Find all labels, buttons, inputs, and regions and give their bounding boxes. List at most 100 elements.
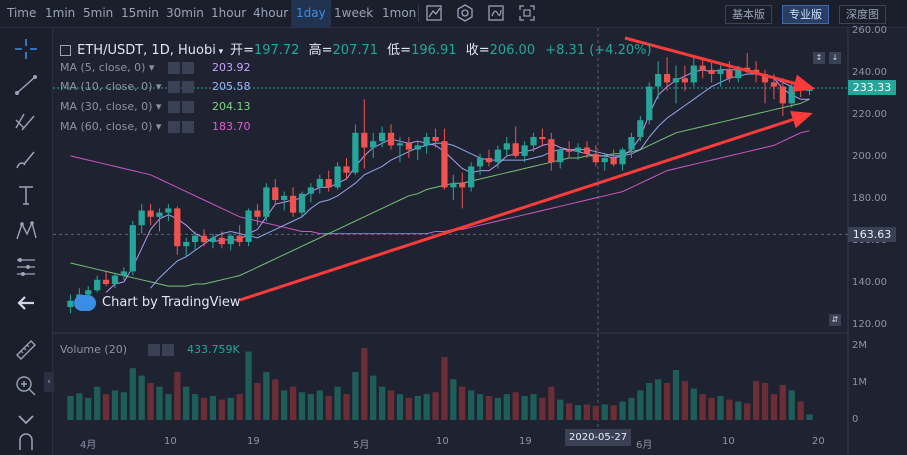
scale-down-icon[interactable]: ↓ bbox=[829, 52, 841, 64]
chart-type-icon[interactable] bbox=[424, 3, 444, 23]
time-tick: 20 bbox=[812, 436, 825, 447]
crosshair-date-tag: 2020-05-27 bbox=[565, 429, 632, 446]
volume-bar bbox=[174, 371, 181, 420]
time-tick: 10 bbox=[164, 436, 177, 447]
volume-bar bbox=[744, 403, 751, 420]
volume-bar bbox=[111, 390, 119, 420]
volume-bar bbox=[334, 386, 341, 420]
volume-legend[interactable]: Volume (20) 433.759K bbox=[60, 342, 240, 358]
candle-body bbox=[566, 149, 573, 152]
high-value: 207.71 bbox=[332, 43, 379, 58]
candle-body bbox=[254, 210, 261, 217]
volume-bar bbox=[485, 395, 493, 420]
timeframe-1mon[interactable]: 1mon bbox=[382, 0, 416, 27]
timeframe-1min[interactable]: 1min bbox=[45, 0, 75, 27]
ma30-label: MA (30, close, 0) bbox=[60, 100, 153, 113]
symbol-title[interactable]: ETH/USDT, 1D, Huobi bbox=[77, 43, 216, 58]
timeframe-30min[interactable]: 30min bbox=[166, 0, 204, 27]
volume-bar bbox=[717, 395, 724, 420]
collapse-toolbar-icon[interactable]: ‹ bbox=[44, 372, 54, 392]
volume-bar bbox=[761, 383, 769, 420]
volume-bar bbox=[779, 384, 786, 420]
candle-body bbox=[227, 235, 234, 245]
timeframe-5min[interactable]: 5min bbox=[83, 0, 113, 27]
candle-body bbox=[726, 69, 733, 79]
close-icon[interactable] bbox=[182, 62, 194, 74]
current-price-tag: 233.33 bbox=[848, 80, 896, 95]
candle-body bbox=[450, 183, 457, 188]
candle-body bbox=[779, 86, 786, 104]
mode-pro-button[interactable]: 专业版 bbox=[782, 5, 829, 24]
timeframe-1hour[interactable]: 1hour bbox=[211, 0, 246, 27]
candle-body bbox=[111, 275, 119, 284]
low-label: 低= bbox=[387, 43, 412, 58]
volume-bar bbox=[726, 399, 733, 420]
time-tick: 4月 bbox=[80, 440, 97, 451]
volume-bar bbox=[476, 394, 484, 420]
collapse-legend-icon[interactable] bbox=[60, 45, 71, 56]
fullscreen-icon[interactable] bbox=[517, 3, 537, 23]
volume-bar bbox=[432, 392, 439, 420]
scale-up-icon[interactable]: ↕ bbox=[813, 52, 825, 64]
volume-bar bbox=[183, 386, 190, 420]
settings-icon[interactable] bbox=[168, 62, 180, 74]
mode-basic-button[interactable]: 基本版 bbox=[725, 5, 772, 24]
crosshair-price-tag: 163.63 bbox=[848, 227, 896, 242]
volume-bar bbox=[637, 390, 644, 420]
candle-body bbox=[530, 137, 537, 146]
volume-value: 433.759K bbox=[187, 343, 240, 356]
volume-bar bbox=[94, 386, 101, 420]
timeframe-15min[interactable]: 15min bbox=[121, 0, 159, 27]
candle-body bbox=[94, 279, 101, 291]
timeframe-1week[interactable]: 1week bbox=[334, 0, 373, 27]
volume-bar bbox=[227, 397, 234, 420]
close-icon[interactable] bbox=[182, 81, 194, 93]
candle-body bbox=[129, 225, 136, 272]
tradingview-watermark[interactable]: Chart by TradingView bbox=[74, 292, 240, 314]
volume-bar bbox=[663, 383, 671, 420]
settings-icon[interactable] bbox=[168, 101, 180, 113]
volume-bar bbox=[387, 390, 395, 420]
settings-icon[interactable] bbox=[168, 121, 180, 133]
candle-body bbox=[788, 86, 795, 104]
volume-bar bbox=[192, 394, 199, 420]
timeframe-4hour[interactable]: 4hour bbox=[253, 0, 288, 27]
candle-body bbox=[236, 235, 243, 242]
candle-body bbox=[672, 78, 680, 83]
timeframe-time[interactable]: Time bbox=[7, 0, 36, 27]
volume-bar bbox=[512, 392, 519, 420]
mode-depth-button[interactable]: 深度图 bbox=[839, 5, 886, 24]
price-tick: 220.00 bbox=[852, 109, 887, 120]
volume-bar bbox=[521, 395, 528, 420]
toolbar-divider bbox=[418, 5, 419, 22]
volume-bar bbox=[209, 395, 217, 420]
ma30-legend[interactable]: MA (30, close, 0) ▾ 204.13 bbox=[60, 99, 251, 115]
ma60-legend[interactable]: MA (60, close, 0) ▾ 183.70 bbox=[60, 119, 251, 135]
candle-body bbox=[717, 69, 724, 74]
settings-icon[interactable] bbox=[168, 81, 180, 93]
scale-toggle-icon[interactable]: ⇵ bbox=[829, 314, 841, 326]
settings-icon[interactable] bbox=[455, 3, 475, 23]
volume-bar bbox=[352, 371, 359, 420]
ma10-value: 205.58 bbox=[212, 80, 251, 93]
indicators-icon[interactable] bbox=[486, 3, 506, 23]
close-icon[interactable] bbox=[162, 344, 174, 356]
ma5-label: MA (5, close, 0) bbox=[60, 61, 146, 74]
volume-bar bbox=[343, 394, 350, 420]
candle-body bbox=[432, 137, 439, 142]
candle-body bbox=[156, 212, 163, 217]
timeframe-1day[interactable]: 1day bbox=[291, 0, 331, 27]
candle-body bbox=[289, 195, 297, 213]
ma10-legend[interactable]: MA (10, close, 0) ▾ 205.58 bbox=[60, 79, 251, 95]
candle-body bbox=[102, 279, 110, 284]
candle-body bbox=[396, 143, 404, 146]
candle-body bbox=[245, 210, 252, 242]
volume-bar bbox=[646, 383, 653, 420]
price-tick: 240.00 bbox=[852, 67, 887, 78]
close-icon[interactable] bbox=[182, 101, 194, 113]
close-icon[interactable] bbox=[182, 121, 194, 133]
candle-body bbox=[183, 242, 190, 247]
settings-icon[interactable] bbox=[148, 344, 160, 356]
candle-body bbox=[387, 132, 395, 146]
ma5-legend[interactable]: MA (5, close, 0) ▾ 203.92 bbox=[60, 60, 251, 76]
